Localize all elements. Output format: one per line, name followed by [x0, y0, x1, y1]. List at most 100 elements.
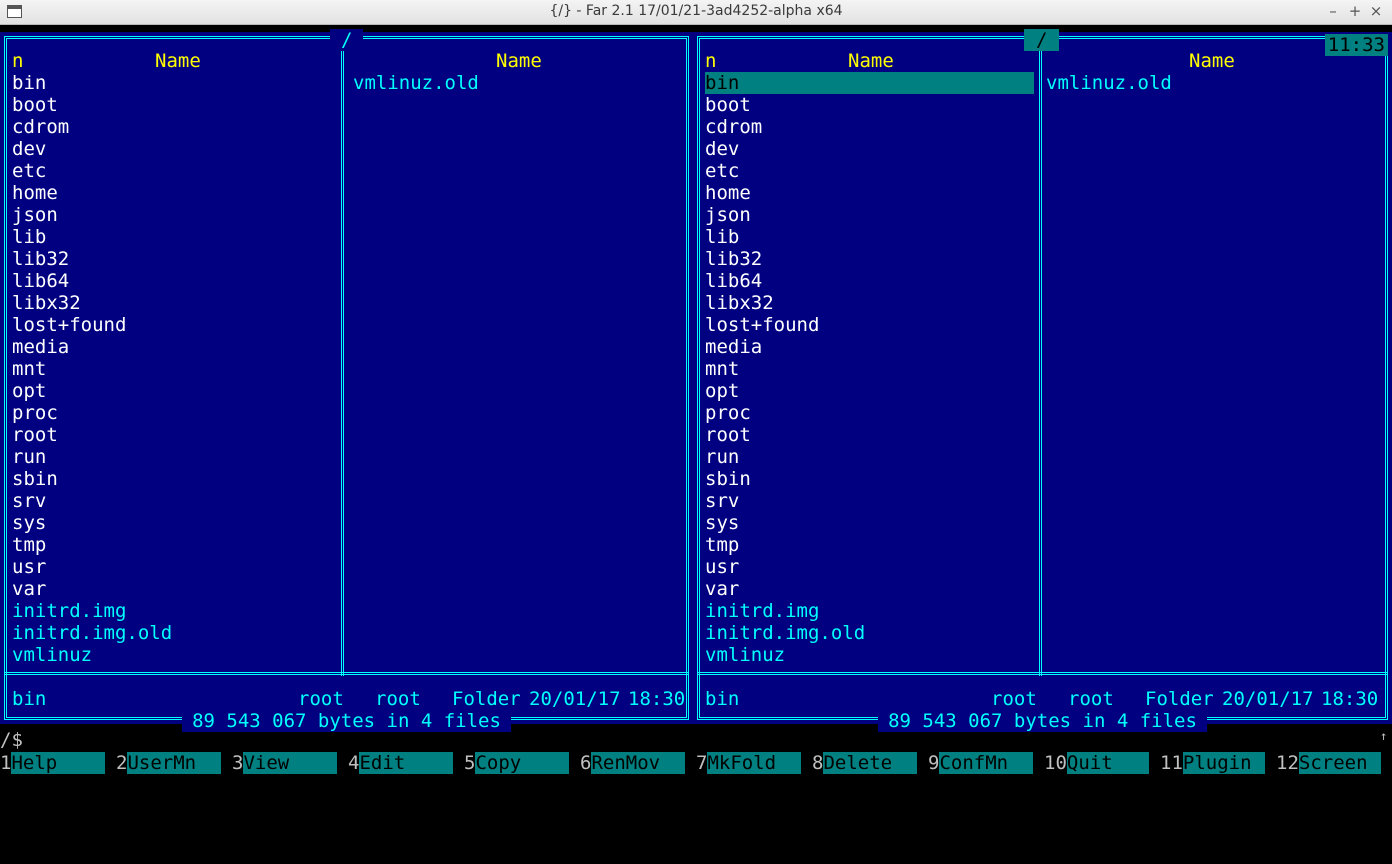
file-item[interactable]: initrd.img [705, 600, 1034, 622]
folder-item[interactable]: run [12, 446, 172, 468]
folder-item[interactable]: opt [12, 380, 172, 402]
window-titlebar[interactable]: {/} - Far 2.1 17/01/21-3ad4252-alpha x64… [0, 0, 1392, 25]
command-line[interactable]: /$ ↑ [0, 729, 1387, 751]
column-header-n: n [705, 50, 717, 72]
folder-item[interactable]: dev [705, 138, 1034, 160]
folder-item[interactable]: root [705, 424, 1034, 446]
fkey-edit[interactable]: 4Edit [348, 752, 454, 774]
folder-item[interactable]: usr [705, 556, 1034, 578]
fkey-number: 12 [1276, 752, 1299, 774]
fkey-label[interactable]: Plugin [1182, 752, 1265, 774]
fkey-label[interactable]: Screen [1298, 752, 1381, 774]
maximize-button[interactable]: + [1346, 2, 1364, 20]
file-item[interactable]: initrd.img.old [705, 622, 1034, 644]
folder-item[interactable]: lib [12, 226, 172, 248]
folder-item[interactable]: mnt [12, 358, 172, 380]
folder-item[interactable]: srv [705, 490, 1034, 512]
file-item[interactable]: vmlinuz.old [353, 72, 479, 94]
folder-item[interactable]: sys [705, 512, 1034, 534]
folder-item[interactable]: lib64 [12, 270, 172, 292]
folder-item[interactable]: media [12, 336, 172, 358]
column-header-name-2[interactable]: Name [496, 50, 542, 72]
fkey-number: 9 [928, 752, 940, 774]
folder-item[interactable]: bin [705, 72, 1034, 94]
fkey-screen[interactable]: 12Screen [1276, 752, 1381, 774]
file-item[interactable]: initrd.img [12, 600, 172, 622]
fkey-label[interactable]: RenMov [591, 752, 686, 774]
folder-item[interactable]: boot [12, 94, 172, 116]
folder-item[interactable]: media [705, 336, 1034, 358]
status-time: 18:30 [628, 688, 686, 710]
folder-item[interactable]: json [705, 204, 1034, 226]
folder-item[interactable]: boot [705, 94, 1034, 116]
scroll-up-indicator: ↑ [1380, 729, 1388, 743]
folder-item[interactable]: home [705, 182, 1034, 204]
column-header-name[interactable]: Name [155, 50, 201, 72]
folder-item[interactable]: dev [12, 138, 172, 160]
folder-item[interactable]: lost+found [705, 314, 1034, 336]
fkey-number: 3 [232, 752, 244, 774]
fkey-label[interactable]: Help [11, 752, 106, 774]
folder-item[interactable]: tmp [705, 534, 1034, 556]
folder-item[interactable]: lib [705, 226, 1034, 248]
folder-item[interactable]: usr [12, 556, 172, 578]
folder-item[interactable]: lib32 [705, 248, 1034, 270]
fkey-copy[interactable]: 5Copy [464, 752, 570, 774]
folder-item[interactable]: etc [705, 160, 1034, 182]
fkey-mkfold[interactable]: 7MkFold [696, 752, 802, 774]
command-prompt[interactable]: /$ [0, 729, 23, 751]
fkey-view[interactable]: 3View [232, 752, 338, 774]
fkey-label[interactable]: ConfMn [939, 752, 1034, 774]
column-divider [1039, 36, 1042, 676]
folder-item[interactable]: opt [705, 380, 1034, 402]
fkey-label[interactable]: UserMn [127, 752, 222, 774]
fkey-label[interactable]: View [243, 752, 338, 774]
folder-item[interactable]: mnt [705, 358, 1034, 380]
file-item[interactable]: vmlinuz [705, 644, 1034, 666]
fkey-confmn[interactable]: 9ConfMn [928, 752, 1034, 774]
right-file-panel[interactable]: / 11:33 n Name Name bin boot cdrom dev etc ho… [693, 29, 1392, 732]
folder-item[interactable]: proc [12, 402, 172, 424]
close-button[interactable]: × [1367, 2, 1385, 20]
folder-item[interactable]: cdrom [12, 116, 172, 138]
fkey-plugin[interactable]: 11Plugin [1160, 752, 1265, 774]
fkey-delete[interactable]: 8Delete [812, 752, 918, 774]
folder-item[interactable]: var [12, 578, 172, 600]
fkey-usermn[interactable]: 2UserMn [116, 752, 222, 774]
column-header-name-2[interactable]: Name [1189, 50, 1235, 72]
folder-item[interactable]: libx32 [12, 292, 172, 314]
fkey-label[interactable]: Copy [475, 752, 570, 774]
file-item[interactable]: vmlinuz [12, 644, 172, 666]
folder-item[interactable]: json [12, 204, 172, 226]
folder-item[interactable]: run [705, 446, 1034, 468]
fkey-renmov[interactable]: 6RenMov [580, 752, 686, 774]
column-header-name[interactable]: Name [848, 50, 894, 72]
fkey-label[interactable]: MkFold [707, 752, 802, 774]
folder-item[interactable]: tmp [12, 534, 172, 556]
folder-item[interactable]: cdrom [705, 116, 1034, 138]
fkey-quit[interactable]: 10Quit [1044, 752, 1149, 774]
fkey-label[interactable]: Delete [823, 752, 918, 774]
folder-item[interactable]: sys [12, 512, 172, 534]
folder-item[interactable]: sbin [12, 468, 172, 490]
fkey-label[interactable]: Quit [1066, 752, 1149, 774]
folder-item[interactable]: lost+found [12, 314, 172, 336]
folder-item[interactable]: lib32 [12, 248, 172, 270]
file-item[interactable]: initrd.img.old [12, 622, 172, 644]
window-title: {/} - Far 2.1 17/01/21-3ad4252-alpha x64 [549, 3, 843, 19]
folder-item[interactable]: proc [705, 402, 1034, 424]
folder-item[interactable]: sbin [705, 468, 1034, 490]
folder-item[interactable]: var [705, 578, 1034, 600]
folder-item[interactable]: lib64 [705, 270, 1034, 292]
minimize-button[interactable]: – [1324, 2, 1342, 20]
folder-item[interactable]: libx32 [705, 292, 1034, 314]
folder-item[interactable]: etc [12, 160, 172, 182]
fkey-help[interactable]: 1Help [0, 752, 106, 774]
folder-item[interactable]: home [12, 182, 172, 204]
file-item[interactable]: vmlinuz.old [1046, 72, 1172, 94]
fkey-label[interactable]: Edit [359, 752, 454, 774]
folder-item[interactable]: root [12, 424, 172, 446]
folder-item[interactable]: srv [12, 490, 172, 512]
folder-item[interactable]: bin [12, 72, 172, 94]
left-file-panel[interactable]: / n Name Name bin boot cdrom dev etc home json… [0, 29, 693, 732]
